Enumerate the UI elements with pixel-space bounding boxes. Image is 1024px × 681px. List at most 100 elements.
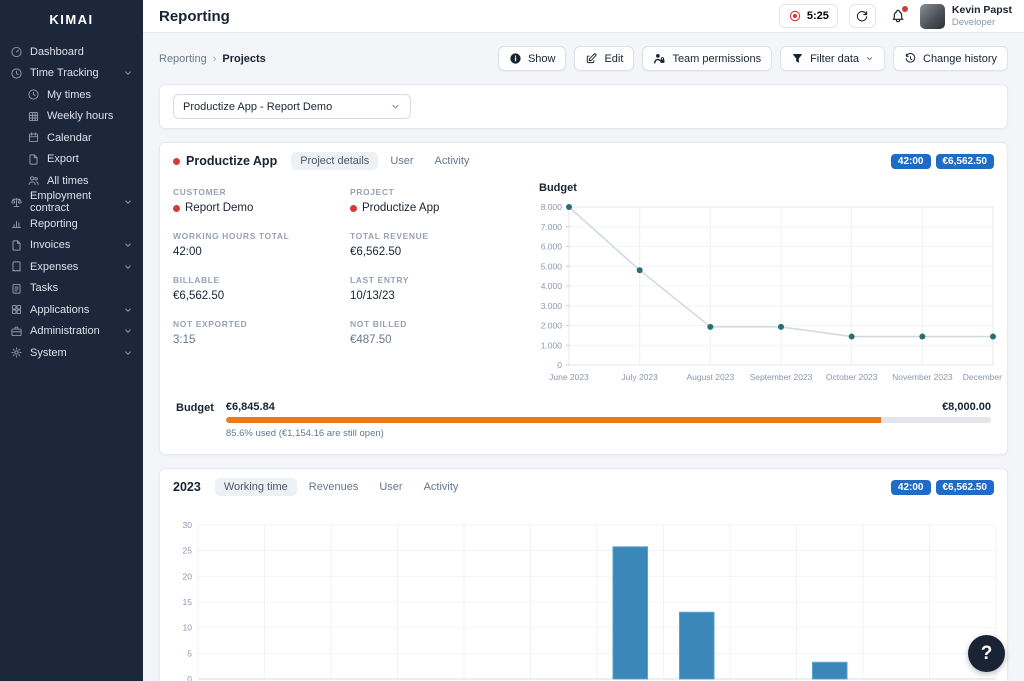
refresh-button[interactable] (848, 4, 876, 28)
sidebar-item-invoices[interactable]: Invoices (0, 235, 143, 257)
field-working-hours-total: WORKING HOURS TOTAL 42:00 (173, 231, 338, 258)
app-logo[interactable]: KIMAI (0, 8, 143, 41)
svg-text:1.000: 1.000 (541, 340, 563, 350)
chevron-down-icon (123, 348, 133, 358)
field-project: PROJECT Productize App (350, 187, 515, 214)
svg-text:5: 5 (187, 648, 192, 658)
svg-text:3.000: 3.000 (541, 301, 563, 311)
field-billable: BILLABLE €6,562.50 (173, 275, 338, 302)
sidebar-item-applications[interactable]: Applications (0, 299, 143, 321)
sidebar: KIMAI Dashboard Time Tracking My times W… (0, 0, 143, 681)
project-card: Productize App Project details User Acti… (159, 142, 1008, 455)
timer-button[interactable]: 5:25 (778, 4, 838, 28)
apps-icon (10, 303, 23, 316)
edit-button[interactable]: Edit (574, 46, 635, 71)
field-value: 42:00 (173, 246, 202, 258)
budget-total-amount: €8,000.00 (942, 401, 991, 413)
tab-year-activity[interactable]: Activity (415, 478, 468, 496)
briefcase-icon (10, 325, 23, 338)
team-permissions-button[interactable]: Team permissions (642, 46, 773, 71)
sidebar-item-label: Weekly hours (47, 110, 114, 123)
year-card-tabs: Working time Revenues User Activity (214, 478, 468, 496)
sidebar-item-system[interactable]: System (0, 342, 143, 364)
svg-text:7.000: 7.000 (541, 222, 563, 232)
svg-text:December 2023: December 2023 (963, 372, 1005, 382)
user-menu[interactable]: Kevin Papst Developer (919, 3, 1012, 29)
show-button-label: Show (527, 52, 556, 65)
budget-progress-row: Budget €6,845.84 €8,000.00 85.6% used (€… (160, 391, 1007, 454)
tab-year-user[interactable]: User (370, 478, 411, 496)
svg-text:June 2023: June 2023 (549, 372, 589, 382)
refresh-icon (855, 9, 869, 23)
field-label: BILLABLE (173, 275, 220, 285)
field-value: Productize App (350, 202, 515, 214)
svg-text:0: 0 (557, 360, 562, 370)
sidebar-item-employment-contract[interactable]: Employment contract (0, 190, 143, 214)
field-not-billed: NOT BILLED €487.50 (350, 319, 515, 346)
change-history-button[interactable]: Change history (893, 46, 1008, 71)
sidebar-item-label: Reporting (30, 217, 78, 230)
field-last-entry: LAST ENTRY 10/13/23 (350, 275, 515, 302)
field-label: WORKING HOURS TOTAL (173, 231, 290, 241)
sidebar-item-dashboard[interactable]: Dashboard (0, 41, 143, 63)
svg-text:0: 0 (187, 674, 192, 681)
svg-text:10: 10 (183, 623, 193, 633)
budget-used-amount: €6,845.84 (225, 401, 275, 413)
clipboard-icon (10, 282, 23, 295)
filter-data-button[interactable]: Filter data (780, 46, 885, 71)
grid-icon (27, 110, 40, 123)
svg-text:25: 25 (183, 546, 193, 556)
field-label: LAST ENTRY (350, 275, 410, 285)
budget-progress-bar (225, 417, 991, 423)
tab-working-time[interactable]: Working time (214, 478, 297, 496)
project-card-badges: 42:00 €6,562.50 (890, 153, 994, 169)
breadcrumb-projects: Projects (222, 52, 266, 65)
svg-text:2.000: 2.000 (541, 321, 563, 331)
project-card-title-text: Productize App (186, 154, 278, 168)
year-card-title: 2023 (173, 480, 201, 494)
sidebar-item-all-times[interactable]: All times (0, 170, 143, 192)
sidebar-item-time-tracking[interactable]: Time Tracking (0, 63, 143, 85)
sidebar-item-tasks[interactable]: Tasks (0, 278, 143, 300)
svg-text:November 2023: November 2023 (892, 372, 953, 382)
breadcrumb: Reporting › Projects (159, 53, 266, 65)
sidebar-item-label: Time Tracking (30, 67, 99, 80)
field-customer: CUSTOMER Report Demo (173, 187, 338, 214)
sidebar-item-calendar[interactable]: Calendar (0, 127, 143, 149)
chart-bar-icon (10, 217, 23, 230)
tab-user[interactable]: User (381, 152, 422, 170)
sidebar-item-export[interactable]: Export (0, 149, 143, 171)
year-card: 2023 Working time Revenues User Activity… (159, 468, 1008, 681)
project-card-title: Productize App (173, 154, 277, 168)
tab-activity[interactable]: Activity (426, 152, 479, 170)
sidebar-item-my-times[interactable]: My times (0, 84, 143, 106)
svg-text:6.000: 6.000 (541, 242, 563, 252)
sidebar-item-label: Export (47, 153, 79, 166)
tab-revenues[interactable]: Revenues (300, 478, 368, 496)
project-select[interactable]: Productize App - Report Demo (173, 94, 411, 119)
chevron-down-icon (123, 240, 133, 250)
topbar-actions: 5:25 Kevin Papst Developer (778, 3, 1012, 29)
sidebar-item-label: My times (47, 88, 91, 101)
chevron-down-icon (865, 54, 874, 63)
breadcrumb-reporting[interactable]: Reporting (159, 53, 207, 65)
help-button[interactable]: ? (968, 635, 1005, 672)
sidebar-item-expenses[interactable]: Expenses (0, 256, 143, 278)
notification-badge (901, 6, 908, 12)
svg-text:8.000: 8.000 (541, 202, 563, 212)
tab-project-details[interactable]: Project details (291, 152, 379, 170)
info-icon (509, 52, 522, 65)
sidebar-item-administration[interactable]: Administration (0, 321, 143, 343)
budget-line-chart: 0 1.000 2.000 3.000 4.000 5.000 6.000 7.000 8.00… (541, 202, 1005, 382)
svg-text:4.000: 4.000 (541, 281, 563, 291)
show-button[interactable]: Show (497, 46, 567, 71)
edit-icon (585, 52, 598, 65)
working-time-bar-chart: 051015202530JanuaryFebruaryMarchAprilMay… (183, 520, 997, 681)
sidebar-item-reporting[interactable]: Reporting (0, 213, 143, 235)
sidebar-item-label: All times (47, 174, 89, 187)
field-label: TOTAL REVENUE (350, 231, 429, 241)
notifications-button[interactable] (887, 4, 909, 28)
sidebar-item-label: Applications (30, 303, 90, 316)
filter-icon (791, 52, 804, 65)
sidebar-item-weekly-hours[interactable]: Weekly hours (0, 106, 143, 128)
